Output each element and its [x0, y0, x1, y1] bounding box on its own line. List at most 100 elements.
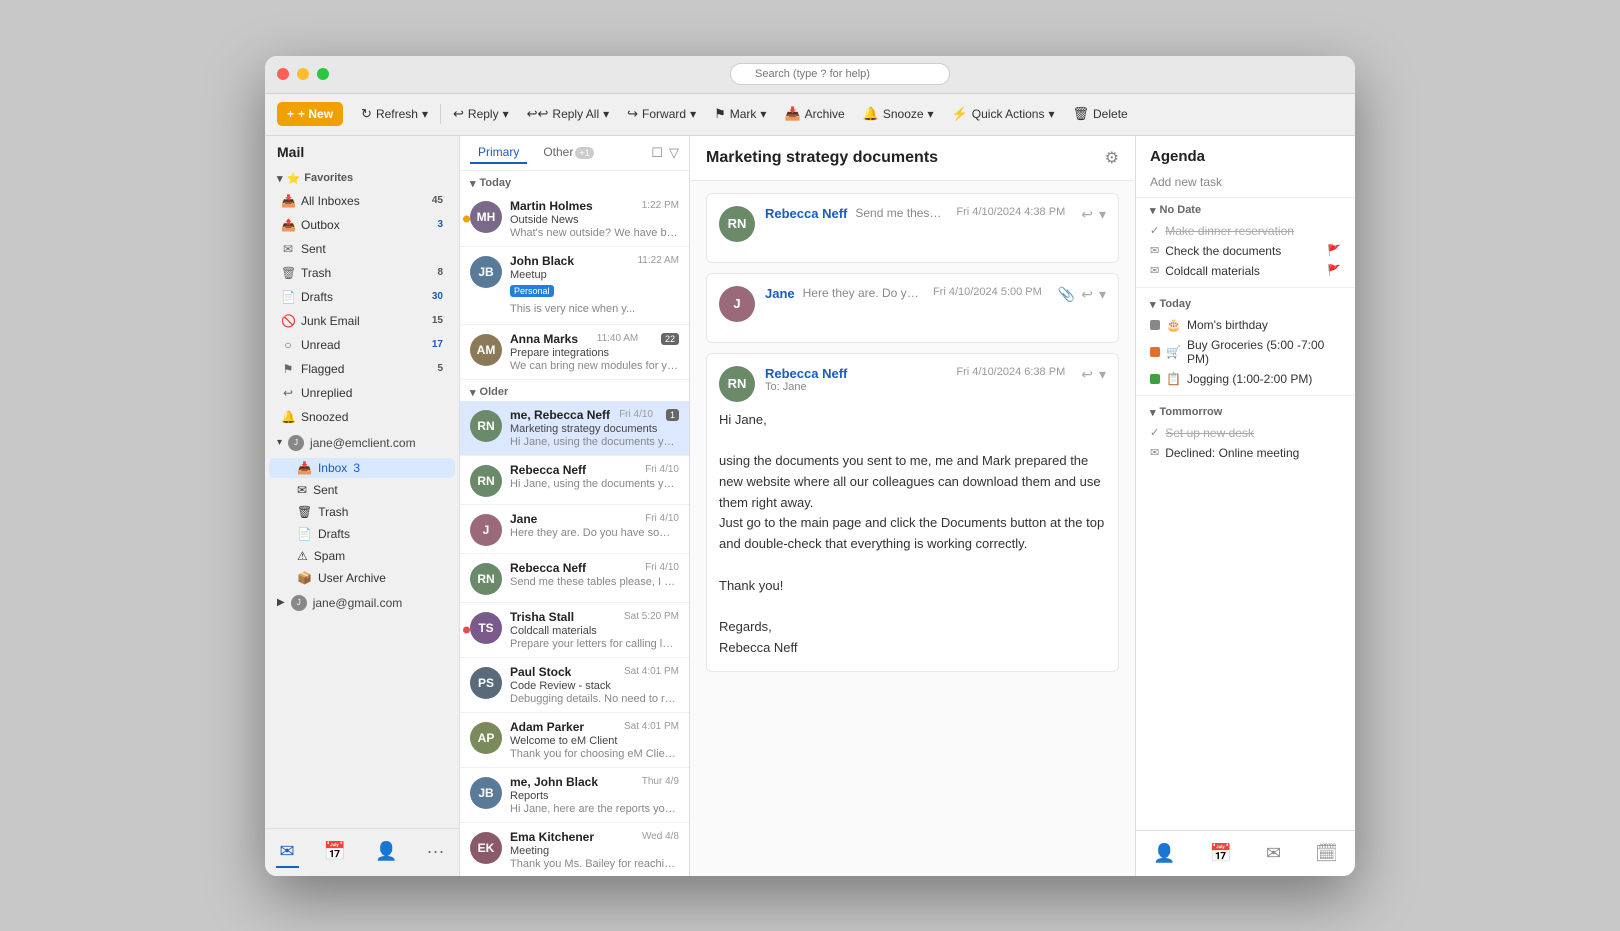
mail-nav-button[interactable]: ✉	[276, 837, 299, 868]
sidebar-title: Mail	[265, 136, 459, 164]
favorites-label: ⭐	[287, 172, 301, 185]
sidebar-sub-sent[interactable]: ✉ Sent	[269, 480, 455, 500]
reply-thread-icon[interactable]: ↩	[1081, 286, 1093, 303]
list-item[interactable]: J Jane Fri 4/10 Here they are. Do you ha…	[460, 505, 689, 554]
sidebar-sub-spam[interactable]: ⚠ Spam	[269, 546, 455, 566]
sidebar-item-junk[interactable]: 🚫 Junk Email 15	[269, 310, 455, 332]
add-task-input[interactable]: Add new task	[1136, 171, 1355, 198]
quick-actions-button[interactable]: ⚡ Quick Actions ▾	[944, 102, 1063, 126]
mail-agenda-button[interactable]: ✉	[1262, 839, 1285, 868]
list-item[interactable]: TS Trisha Stall Sat 5:20 PM Coldcall mat…	[460, 603, 689, 658]
archive-button[interactable]: 📥 Archive	[776, 102, 852, 126]
agenda-task[interactable]: ✓ Make dinner reservation	[1150, 221, 1341, 241]
app-window: 🔍 + + New ↻ Refresh ▾ ↩ Reply ▾ ↩↩ Reply…	[265, 56, 1355, 876]
minimize-button[interactable]	[297, 68, 309, 80]
quick-actions-icon: ⚡	[952, 106, 968, 122]
agenda-event[interactable]: 🎂 Mom's birthday	[1150, 315, 1341, 335]
task-label: Coldcall materials	[1165, 264, 1321, 278]
sidebar-item-drafts[interactable]: 📄 Drafts 30	[269, 286, 455, 308]
list-item[interactable]: RN Rebecca Neff Fri 4/10 Hi Jane, using …	[460, 456, 689, 505]
tab-primary[interactable]: Primary	[470, 142, 527, 164]
expand-thread-icon[interactable]: ▾	[1099, 286, 1106, 303]
maximize-button[interactable]	[317, 68, 329, 80]
reply-thread-icon[interactable]: ↩	[1081, 206, 1093, 223]
list-item[interactable]: AM Anna Marks 11:40 AM 22 Prepare integr…	[460, 325, 689, 380]
list-item[interactable]: AP Adam Parker Sat 4:01 PM Welcome to eM…	[460, 713, 689, 768]
agenda-task[interactable]: ✉ Declined: Online meeting	[1150, 443, 1341, 463]
agenda-event[interactable]: 🛒 Buy Groceries (5:00 -7:00 PM)	[1150, 335, 1341, 369]
sidebar-sub-trash[interactable]: 🗑 Trash	[269, 502, 455, 522]
account1-header[interactable]: ▾ J jane@emclient.com	[265, 429, 459, 457]
contacts-agenda-button[interactable]: 👤	[1149, 839, 1179, 868]
refresh-button[interactable]: ↻ Refresh ▾	[353, 102, 436, 126]
reply-thread-icon[interactable]: ↩	[1081, 366, 1093, 383]
task-label: Set up new desk	[1165, 426, 1341, 440]
calendar-nav-button[interactable]: 📅	[320, 837, 350, 868]
email-list-tabs: Primary Other+1 ☐ ▽	[460, 136, 689, 171]
sidebar-item-all-inboxes[interactable]: 📥 All Inboxes 45	[269, 190, 455, 212]
email-time: Fri 4/10	[645, 562, 679, 573]
event-color	[1150, 320, 1160, 330]
sidebar-item-outbox[interactable]: 📤 Outbox 3	[269, 214, 455, 236]
list-item[interactable]: RN Rebecca Neff Fri 4/10 Send me these t…	[460, 554, 689, 603]
list-item[interactable]: EK Ema Kitchener Wed 4/8 Meeting Thank y…	[460, 823, 689, 876]
agenda-task[interactable]: ✉ Coldcall materials 🚩	[1150, 261, 1341, 281]
settings-icon[interactable]: ⚙	[1105, 148, 1119, 168]
reply-all-button[interactable]: ↩↩ Reply All ▾	[519, 102, 618, 126]
select-all-icon[interactable]: ☐	[651, 145, 663, 161]
more-nav-button[interactable]: ···	[422, 837, 448, 868]
tomorrow-section: ▾ Tommorrow ✓ Set up new desk ✉ Declined…	[1136, 400, 1355, 465]
sidebar-sub-drafts[interactable]: 📄 Drafts	[269, 524, 455, 544]
mark-button[interactable]: ⚑ Mark ▾	[706, 102, 774, 126]
new-button[interactable]: + + New	[277, 102, 343, 126]
delete-button[interactable]: 🗑 Delete	[1065, 102, 1136, 126]
expand-thread-icon[interactable]: ▾	[1099, 366, 1106, 383]
close-button[interactable]	[277, 68, 289, 80]
agenda-event[interactable]: 📋 Jogging (1:00-2:00 PM)	[1150, 369, 1341, 389]
sidebar-item-flagged[interactable]: ⚑ Flagged 5	[269, 358, 455, 380]
agenda-agenda-button[interactable]: 📅	[1205, 839, 1235, 868]
event-label: Buy Groceries (5:00 -7:00 PM)	[1187, 338, 1341, 366]
filter-icon[interactable]: ▽	[669, 145, 679, 161]
inbox-sub-icon: 📥	[297, 461, 312, 475]
thread-date: Fri 4/10/2024 4:38 PM	[956, 206, 1065, 218]
list-item[interactable]: RN me, Rebecca Neff Fri 4/10 1 Marketing…	[460, 401, 689, 456]
thread-message[interactable]: RN Rebecca Neff Send me these tables ple…	[706, 193, 1119, 263]
sidebar-item-unreplied[interactable]: ↩ Unreplied	[269, 382, 455, 404]
thread-message[interactable]: RN Rebecca Neff To: Jane Fri 4/10/2024 6…	[706, 353, 1119, 673]
inbox-icon: 📥	[281, 194, 295, 208]
list-item[interactable]: MH Martin Holmes 1:22 PM Outside News Wh…	[460, 192, 689, 247]
chevron-down-icon: ▾	[277, 172, 283, 185]
email-content: Paul Stock Sat 4:01 PM Code Review - sta…	[510, 665, 679, 705]
tomorrow-header: ▾ Tommorrow	[1150, 406, 1341, 419]
email-time: 11:22 AM	[637, 255, 679, 266]
sidebar-sub-archive[interactable]: 📦 User Archive	[269, 568, 455, 588]
snooze-button[interactable]: 🔔 Snooze ▾	[855, 102, 942, 126]
chevron-right-icon: ▶	[277, 597, 285, 608]
reply-button[interactable]: ↩ Reply ▾	[445, 102, 517, 126]
calendar-agenda-button[interactable]: 🗓	[1311, 839, 1342, 868]
account2-header[interactable]: ▶ J jane@gmail.com	[265, 589, 459, 617]
list-item[interactable]: JB me, John Black Thur 4/9 Reports Hi Ja…	[460, 768, 689, 823]
sidebar-item-sent[interactable]: ✉ Sent	[269, 238, 455, 260]
sidebar-item-unread[interactable]: ○ Unread 17	[269, 334, 455, 356]
sidebar-item-snoozed[interactable]: 🔔 Snoozed	[269, 406, 455, 428]
sidebar-sub-inbox[interactable]: 📥 Inbox 3	[269, 458, 455, 478]
search-input[interactable]	[730, 63, 950, 85]
contacts-nav-button[interactable]: 👤	[371, 837, 401, 868]
tab-other[interactable]: Other+1	[535, 142, 601, 164]
expand-thread-icon[interactable]: ▾	[1099, 206, 1106, 223]
list-item[interactable]: JB John Black 11:22 AM Meetup Personal T…	[460, 247, 689, 325]
flagged-icon: ⚑	[281, 362, 295, 376]
thread-message[interactable]: J Jane Here they are. Do you have some a…	[706, 273, 1119, 343]
email-preview: Thank you Ms. Bailey for reaching ou...	[510, 858, 679, 870]
avatar: RN	[470, 563, 502, 595]
older-chevron-icon: ▾	[470, 386, 476, 399]
agenda-task[interactable]: ✓ Set up new desk	[1150, 423, 1341, 443]
agenda-task[interactable]: ✉ Check the documents 🚩	[1150, 241, 1341, 261]
forward-button[interactable]: ↪ Forward ▾	[619, 102, 704, 126]
sidebar-item-trash[interactable]: 🗑 Trash 8	[269, 262, 455, 284]
email-preview: Thank you for choosing eM Client. It...	[510, 748, 679, 760]
list-item[interactable]: PS Paul Stock Sat 4:01 PM Code Review - …	[460, 658, 689, 713]
main-area: Mail ▾ ⭐ Favorites 📥 All Inboxes 45 📤 Ou…	[265, 136, 1355, 876]
